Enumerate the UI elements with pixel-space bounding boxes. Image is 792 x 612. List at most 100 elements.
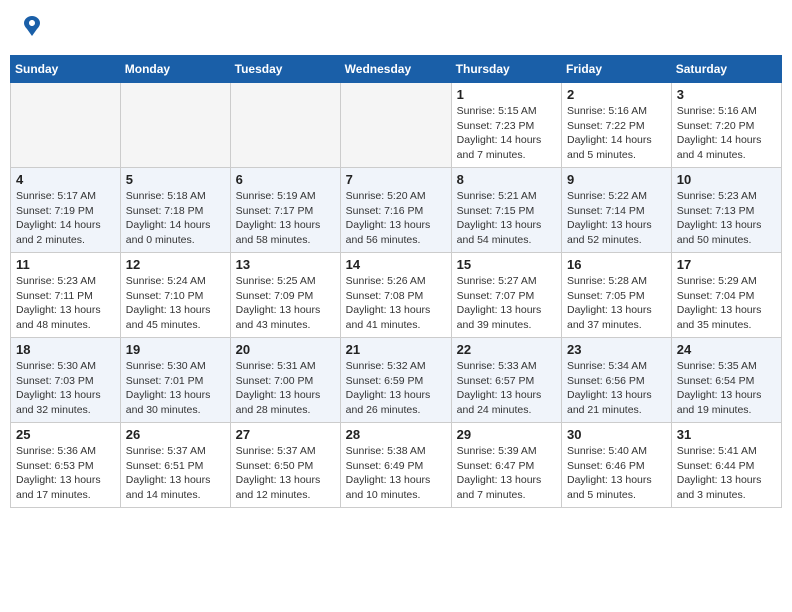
- calendar-day-cell: 28Sunrise: 5:38 AM Sunset: 6:49 PM Dayli…: [340, 423, 451, 508]
- day-info: Sunrise: 5:18 AM Sunset: 7:18 PM Dayligh…: [126, 189, 225, 248]
- calendar-day-cell: 11 Sunrise: 5:23 AM Sunset: 7:11 PM Dayli…: [11, 253, 121, 338]
- day-info: Sunrise: 5:27 AM Sunset: 7:07 PM Dayligh…: [457, 274, 556, 333]
- calendar-day-cell: 29 Sunrise: 5:39 AM Sunset: 6:47 PM Dayli…: [451, 423, 561, 508]
- weekday-header-wednesday: Wednesday: [340, 56, 451, 83]
- day-number: 29: [457, 427, 556, 442]
- weekday-header-row: SundayMondayTuesdayWednesdayThursdayFrid…: [11, 56, 782, 83]
- calendar-day-cell: 16Sunrise: 5:28 AM Sunset: 7:05 PM Dayli…: [562, 253, 672, 338]
- calendar-week-row: 4 Sunrise: 5:17 AM Sunset: 7:19 PM Daylig…: [11, 168, 782, 253]
- calendar-week-row: 11 Sunrise: 5:23 AM Sunset: 7:11 PM Dayli…: [11, 253, 782, 338]
- calendar-day-cell: [340, 83, 451, 168]
- day-number: 20: [236, 342, 335, 357]
- calendar-day-cell: [120, 83, 230, 168]
- day-number: 1: [457, 87, 556, 102]
- day-number: 27: [236, 427, 335, 442]
- day-info: Sunrise: 5:17 AM Sunset: 7:19 PM Dayligh…: [16, 189, 115, 248]
- day-number: 22: [457, 342, 556, 357]
- calendar-day-cell: 7 Sunrise: 5:20 AM Sunset: 7:16 PM Daylig…: [340, 168, 451, 253]
- calendar-day-cell: [11, 83, 121, 168]
- day-number: 4: [16, 172, 115, 187]
- day-number: 18: [16, 342, 115, 357]
- day-number: 31: [677, 427, 776, 442]
- weekday-header-saturday: Saturday: [671, 56, 781, 83]
- day-number: 16: [567, 257, 666, 272]
- calendar-day-cell: 8Sunrise: 5:21 AM Sunset: 7:15 PM Daylig…: [451, 168, 561, 253]
- day-info: Sunrise: 5:26 AM Sunset: 7:08 PM Dayligh…: [346, 274, 446, 333]
- calendar-day-cell: 21 Sunrise: 5:32 AM Sunset: 6:59 PM Dayli…: [340, 338, 451, 423]
- day-info: Sunrise: 5:30 AM Sunset: 7:03 PM Dayligh…: [16, 359, 115, 418]
- day-number: 6: [236, 172, 335, 187]
- calendar-day-cell: 2Sunrise: 5:16 AM Sunset: 7:22 PM Daylig…: [562, 83, 672, 168]
- day-info: Sunrise: 5:37 AM Sunset: 6:51 PM Dayligh…: [126, 444, 225, 503]
- calendar-week-row: 25Sunrise: 5:36 AM Sunset: 6:53 PM Dayli…: [11, 423, 782, 508]
- day-info: Sunrise: 5:20 AM Sunset: 7:16 PM Dayligh…: [346, 189, 446, 248]
- day-number: 7: [346, 172, 446, 187]
- day-number: 24: [677, 342, 776, 357]
- day-number: 12: [126, 257, 225, 272]
- day-number: 5: [126, 172, 225, 187]
- day-info: Sunrise: 5:21 AM Sunset: 7:15 PM Dayligh…: [457, 189, 556, 248]
- day-info: Sunrise: 5:34 AM Sunset: 6:56 PM Dayligh…: [567, 359, 666, 418]
- day-number: 23: [567, 342, 666, 357]
- day-info: Sunrise: 5:38 AM Sunset: 6:49 PM Dayligh…: [346, 444, 446, 503]
- calendar-day-cell: 27 Sunrise: 5:37 AM Sunset: 6:50 PM Dayli…: [230, 423, 340, 508]
- day-info: Sunrise: 5:15 AM Sunset: 7:23 PM Dayligh…: [457, 104, 556, 163]
- day-info: Sunrise: 5:40 AM Sunset: 6:46 PM Dayligh…: [567, 444, 666, 503]
- day-number: 11: [16, 257, 115, 272]
- calendar-day-cell: 24 Sunrise: 5:35 AM Sunset: 6:54 PM Dayli…: [671, 338, 781, 423]
- day-number: 17: [677, 257, 776, 272]
- day-number: 19: [126, 342, 225, 357]
- day-number: 15: [457, 257, 556, 272]
- day-info: Sunrise: 5:29 AM Sunset: 7:04 PM Dayligh…: [677, 274, 776, 333]
- weekday-header-monday: Monday: [120, 56, 230, 83]
- weekday-header-thursday: Thursday: [451, 56, 561, 83]
- calendar-day-cell: 6 Sunrise: 5:19 AM Sunset: 7:17 PM Daylig…: [230, 168, 340, 253]
- calendar-table: SundayMondayTuesdayWednesdayThursdayFrid…: [10, 55, 782, 508]
- day-info: Sunrise: 5:33 AM Sunset: 6:57 PM Dayligh…: [457, 359, 556, 418]
- day-info: Sunrise: 5:37 AM Sunset: 6:50 PM Dayligh…: [236, 444, 335, 503]
- day-number: 21: [346, 342, 446, 357]
- day-number: 2: [567, 87, 666, 102]
- day-number: 14: [346, 257, 446, 272]
- day-info: Sunrise: 5:36 AM Sunset: 6:53 PM Dayligh…: [16, 444, 115, 503]
- calendar-day-cell: 18 Sunrise: 5:30 AM Sunset: 7:03 PM Dayli…: [11, 338, 121, 423]
- logo: [18, 14, 44, 43]
- calendar-day-cell: [230, 83, 340, 168]
- calendar-day-cell: 12 Sunrise: 5:24 AM Sunset: 7:10 PM Dayli…: [120, 253, 230, 338]
- calendar-day-cell: 1 Sunrise: 5:15 AM Sunset: 7:23 PM Daylig…: [451, 83, 561, 168]
- day-info: Sunrise: 5:16 AM Sunset: 7:20 PM Dayligh…: [677, 104, 776, 163]
- calendar-day-cell: 22 Sunrise: 5:33 AM Sunset: 6:57 PM Dayli…: [451, 338, 561, 423]
- day-info: Sunrise: 5:32 AM Sunset: 6:59 PM Dayligh…: [346, 359, 446, 418]
- calendar-day-cell: 26Sunrise: 5:37 AM Sunset: 6:51 PM Dayli…: [120, 423, 230, 508]
- calendar-day-cell: 13 Sunrise: 5:25 AM Sunset: 7:09 PM Dayli…: [230, 253, 340, 338]
- calendar-week-row: 1 Sunrise: 5:15 AM Sunset: 7:23 PM Daylig…: [11, 83, 782, 168]
- calendar-day-cell: 5 Sunrise: 5:18 AM Sunset: 7:18 PM Daylig…: [120, 168, 230, 253]
- day-number: 30: [567, 427, 666, 442]
- day-number: 13: [236, 257, 335, 272]
- day-info: Sunrise: 5:39 AM Sunset: 6:47 PM Dayligh…: [457, 444, 556, 503]
- day-number: 10: [677, 172, 776, 187]
- calendar-day-cell: 30 Sunrise: 5:40 AM Sunset: 6:46 PM Dayli…: [562, 423, 672, 508]
- day-info: Sunrise: 5:23 AM Sunset: 7:11 PM Dayligh…: [16, 274, 115, 333]
- day-info: Sunrise: 5:19 AM Sunset: 7:17 PM Dayligh…: [236, 189, 335, 248]
- calendar-day-cell: 9Sunrise: 5:22 AM Sunset: 7:14 PM Daylig…: [562, 168, 672, 253]
- weekday-header-sunday: Sunday: [11, 56, 121, 83]
- calendar-week-row: 18 Sunrise: 5:30 AM Sunset: 7:03 PM Dayli…: [11, 338, 782, 423]
- day-info: Sunrise: 5:24 AM Sunset: 7:10 PM Dayligh…: [126, 274, 225, 333]
- calendar-day-cell: 20 Sunrise: 5:31 AM Sunset: 7:00 PM Dayli…: [230, 338, 340, 423]
- calendar-day-cell: 3 Sunrise: 5:16 AM Sunset: 7:20 PM Daylig…: [671, 83, 781, 168]
- day-info: Sunrise: 5:35 AM Sunset: 6:54 PM Dayligh…: [677, 359, 776, 418]
- day-info: Sunrise: 5:31 AM Sunset: 7:00 PM Dayligh…: [236, 359, 335, 418]
- day-info: Sunrise: 5:30 AM Sunset: 7:01 PM Dayligh…: [126, 359, 225, 418]
- day-info: Sunrise: 5:25 AM Sunset: 7:09 PM Dayligh…: [236, 274, 335, 333]
- day-number: 3: [677, 87, 776, 102]
- calendar-day-cell: 14 Sunrise: 5:26 AM Sunset: 7:08 PM Dayli…: [340, 253, 451, 338]
- calendar-day-cell: 10 Sunrise: 5:23 AM Sunset: 7:13 PM Dayli…: [671, 168, 781, 253]
- weekday-header-friday: Friday: [562, 56, 672, 83]
- weekday-header-tuesday: Tuesday: [230, 56, 340, 83]
- calendar-day-cell: 31 Sunrise: 5:41 AM Sunset: 6:44 PM Dayli…: [671, 423, 781, 508]
- day-info: Sunrise: 5:23 AM Sunset: 7:13 PM Dayligh…: [677, 189, 776, 248]
- day-number: 9: [567, 172, 666, 187]
- logo-icon: [20, 14, 44, 38]
- day-info: Sunrise: 5:41 AM Sunset: 6:44 PM Dayligh…: [677, 444, 776, 503]
